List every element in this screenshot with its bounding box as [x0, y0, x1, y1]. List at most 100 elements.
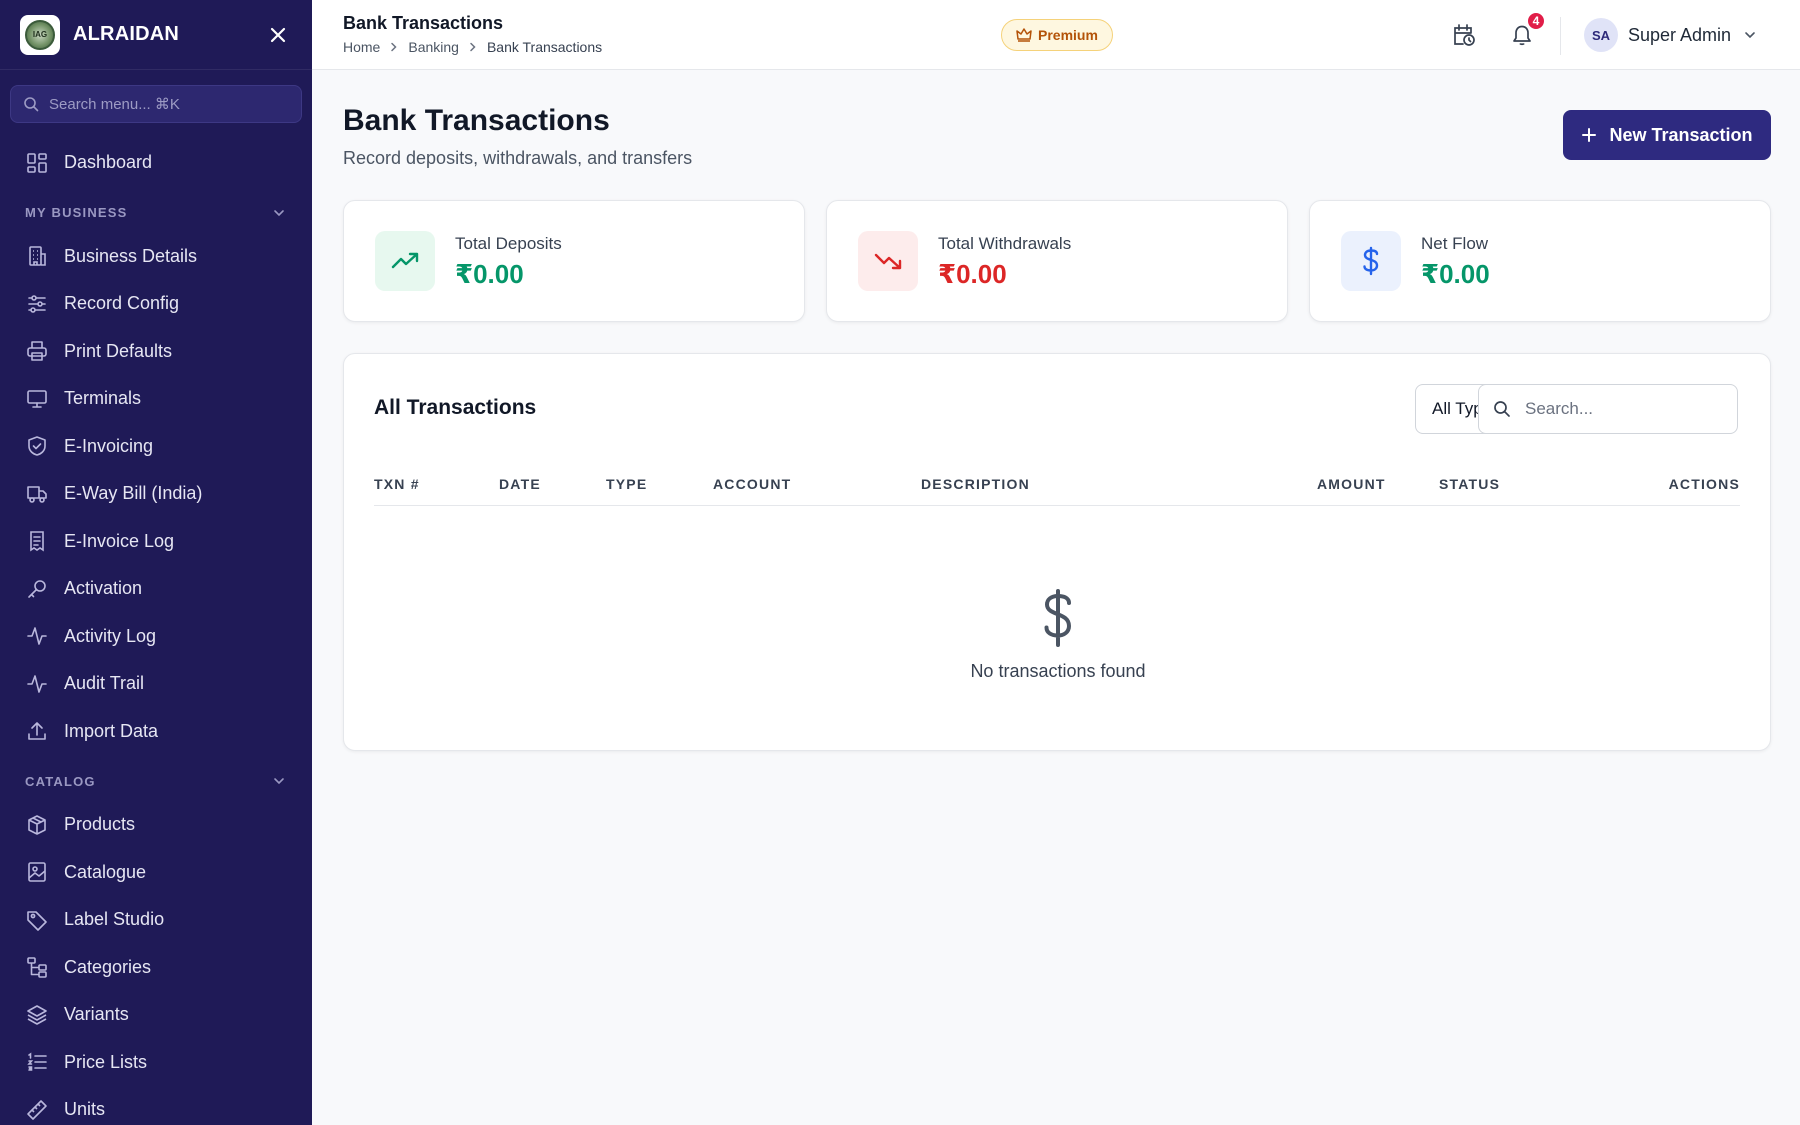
- sidebar-search-placeholder: Search menu... ⌘K: [49, 96, 180, 113]
- sidebar-item-units[interactable]: Units: [0, 1086, 312, 1125]
- sidebar-item-catalogue[interactable]: Catalogue: [0, 849, 312, 897]
- dollar-icon: [1044, 589, 1072, 647]
- sidebar-item-business-details[interactable]: Business Details: [0, 233, 312, 281]
- sidebar-item-label: Activity Log: [64, 625, 157, 646]
- sidebar-item-e-invoicing[interactable]: E-Invoicing: [0, 423, 312, 471]
- chevron-down-icon: [274, 778, 284, 785]
- sidebar-item-variants[interactable]: Variants: [0, 991, 312, 1039]
- sidebar-item-price-lists[interactable]: Price Lists: [0, 1039, 312, 1087]
- sidebar-search-input[interactable]: Search menu... ⌘K: [10, 85, 302, 123]
- sidebar-item-activity-log[interactable]: Activity Log: [0, 613, 312, 661]
- new-transaction-label: New Transaction: [1609, 124, 1753, 145]
- notifications-button[interactable]: 4: [1508, 11, 1546, 49]
- column-header-actions: ACTIONS: [1668, 476, 1740, 492]
- column-header-date[interactable]: DATE: [499, 476, 541, 492]
- sidebar-item-record-config[interactable]: Record Config: [0, 280, 312, 328]
- sidebar-item-activation[interactable]: Activation: [0, 565, 312, 613]
- chevron-right-icon: [468, 42, 478, 52]
- key-icon: [28, 579, 46, 598]
- sidebar-item-label-studio[interactable]: Label Studio: [0, 896, 312, 944]
- top-bar: Bank Transactions Home Banking Bank Tran…: [312, 0, 1800, 70]
- stat-value: ₹0.00: [1421, 259, 1490, 289]
- breadcrumb-home[interactable]: Home: [343, 39, 380, 55]
- chevron-down-icon: [274, 209, 284, 216]
- plus-icon: [1582, 128, 1597, 142]
- sidebar-header: IAG ALRAIDAN: [0, 0, 312, 70]
- sidebar-section-catalog[interactable]: CATALOG: [0, 761, 312, 801]
- chevron-down-icon: [1745, 32, 1755, 39]
- activity-icon: [27, 674, 47, 693]
- sidebar-item-label: Record Config: [64, 293, 180, 314]
- sidebar-item-terminals[interactable]: Terminals: [0, 375, 312, 423]
- transactions-title: All Transactions: [374, 396, 537, 419]
- sidebar-item-dashboard[interactable]: Dashboard: [0, 139, 312, 187]
- stat-value: ₹0.00: [455, 259, 524, 289]
- image-icon: [28, 862, 46, 883]
- shield-check-icon: [28, 436, 46, 457]
- box-icon: [28, 814, 46, 835]
- column-header-status[interactable]: STATUS: [1439, 476, 1500, 492]
- crown-icon: [1016, 28, 1032, 42]
- stat-label: Total Withdrawals: [938, 234, 1072, 253]
- column-header-txn[interactable]: TXN #: [374, 476, 420, 492]
- user-menu[interactable]: SA Super Admin: [1584, 17, 1757, 53]
- transactions-search[interactable]: [1478, 384, 1738, 434]
- sidebar-item-products[interactable]: Products: [0, 801, 312, 849]
- sidebar-item-label: Categories: [64, 956, 152, 977]
- breadcrumb-banking[interactable]: Banking: [408, 39, 459, 55]
- sidebar-item-label: E-Way Bill (India): [64, 483, 203, 504]
- sidebar-item-label: Label Studio: [64, 909, 165, 930]
- premium-label: Premium: [1038, 27, 1098, 43]
- section-title: MY BUSINESS: [25, 205, 128, 220]
- dashboard-icon: [27, 152, 47, 173]
- column-header-description[interactable]: DESCRIPTION: [921, 476, 1030, 492]
- sidebar-item-label: Units: [64, 1099, 106, 1120]
- building-icon: [29, 246, 46, 267]
- new-transaction-button[interactable]: New Transaction: [1563, 110, 1771, 160]
- empty-state: No transactions found: [344, 589, 1772, 682]
- column-header-account[interactable]: ACCOUNT: [713, 476, 791, 492]
- sidebar-item-label: Dashboard: [64, 152, 153, 173]
- brand-logo[interactable]: IAG: [20, 14, 60, 55]
- section-title: CATALOG: [25, 773, 96, 789]
- sidebar-item-e-invoice-log[interactable]: E-Invoice Log: [0, 518, 312, 566]
- tag-icon: [27, 910, 47, 931]
- calendar-button[interactable]: [1450, 21, 1478, 49]
- list-icon: [27, 1052, 47, 1072]
- main-content: Bank Transactions Record deposits, withd…: [312, 70, 1800, 1125]
- sidebar-item-audit-trail[interactable]: Audit Trail: [0, 660, 312, 708]
- brand-logo-emblem: IAG: [25, 19, 55, 50]
- stat-label: Total Deposits: [455, 234, 562, 253]
- sidebar-item-label: Import Data: [64, 720, 159, 741]
- avatar: SA: [1584, 18, 1618, 52]
- user-name: Super Admin: [1628, 24, 1732, 45]
- transactions-search-input[interactable]: [1525, 399, 1715, 419]
- trending-down-icon: [858, 231, 918, 291]
- sidebar-item-categories[interactable]: Categories: [0, 944, 312, 992]
- layers-icon: [27, 1004, 47, 1025]
- premium-badge[interactable]: Premium: [1001, 19, 1113, 51]
- notification-count-badge: 4: [1526, 11, 1546, 31]
- tree-icon: [27, 957, 47, 979]
- close-icon: [270, 27, 286, 42]
- sidebar-section-my-business[interactable]: MY BUSINESS: [0, 193, 312, 233]
- monitor-icon: [27, 389, 47, 408]
- truck-icon: [27, 485, 47, 503]
- column-header-amount[interactable]: AMOUNT: [1317, 476, 1386, 492]
- trending-up-icon: [375, 231, 435, 291]
- breadcrumb: Home Banking Bank Transactions: [343, 39, 602, 55]
- sidebar-item-label: Variants: [64, 1004, 129, 1025]
- sidebar-item-print-defaults[interactable]: Print Defaults: [0, 328, 312, 376]
- empty-state-text: No transactions found: [970, 661, 1146, 681]
- close-sidebar-button[interactable]: [264, 21, 292, 49]
- sidebar-item-e-way-bill[interactable]: E-Way Bill (India): [0, 470, 312, 518]
- table-header: TXN # DATE TYPE ACCOUNT DESCRIPTION AMOU…: [374, 466, 1740, 506]
- stat-card-total-deposits: Total Deposits ₹0.00: [343, 200, 805, 322]
- sidebar-item-label: E-Invoicing: [64, 435, 154, 456]
- stat-card-total-withdrawals: Total Withdrawals ₹0.00: [826, 200, 1288, 322]
- sidebar-item-label: Audit Trail: [64, 673, 145, 694]
- sidebar-item-label: Products: [64, 814, 136, 835]
- sidebar-item-import-data[interactable]: Import Data: [0, 708, 312, 756]
- column-header-type[interactable]: TYPE: [606, 476, 647, 492]
- brand-name: ALRAIDAN: [73, 23, 180, 45]
